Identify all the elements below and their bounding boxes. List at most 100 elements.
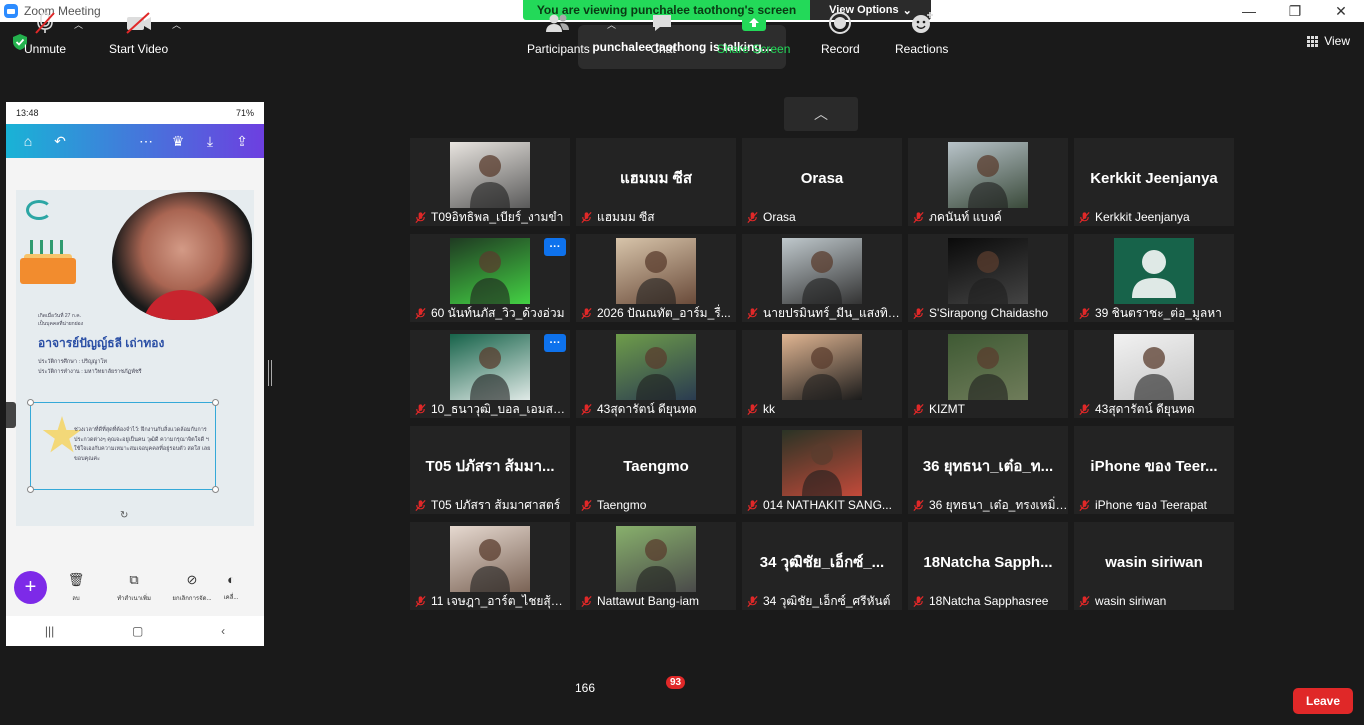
mic-muted-icon [1079,403,1090,415]
participant-tile[interactable]: wasin siriwan wasin siriwan [1074,522,1234,610]
card-teacher-name: อาจารย์ปัญญ์ธลี เถ่าทอง [38,336,165,350]
participant-tile[interactable]: ··· 10_ธนาวุฒิ_บอล_เอมสอาด [410,330,570,418]
participant-tile[interactable]: 43สุดารัตน์ ดียุนทด [1074,330,1234,418]
teacher-photo [112,192,252,320]
chat-button[interactable]: Chat [650,10,676,56]
participant-tile[interactable]: iPhone ของ Teer... iPhone ของ Teerapat [1074,426,1234,514]
participant-video [1114,334,1194,400]
share-icon: ⇪ [236,132,248,149]
canva-toolbar: ⌂ ↶ ⋯ ♛ ⤓ ⇪ [6,124,264,158]
participant-tile[interactable]: kk [742,330,902,418]
phone-nav-bar: ||| ▢ ‹ [6,616,264,646]
audio-options-caret[interactable]: ︿ [74,18,83,31]
mic-muted-icon [747,595,758,607]
participant-tile[interactable]: แฮมมม ซีส แฮมมม ซีส [576,138,736,226]
participant-tile[interactable]: T05 ปภัสรา ส้มมา... T05 ปภัสรา ส้มมาศาสตร… [410,426,570,514]
participant-tile[interactable]: 36 ยุทธนา_เต๋อ_ท... 36 ยุทธนา_เต๋อ_ทรงเหม… [908,426,1068,514]
participant-tile[interactable]: ··· 60 นันท์นภัส_วิว_ด้วงอ่วม [410,234,570,322]
participant-name: 39 ชินตราชะ_ต่อ_มูลหา [1095,305,1222,320]
view-label: View [1324,34,1350,48]
participant-name: S'Sirapong Chaidasho [929,306,1049,320]
mic-muted-icon [913,211,924,223]
participant-name-label: 11 เจษฎา_อาร์ต_ไชยสุ้ม_เ... [410,592,570,610]
screen-side-tab[interactable] [6,402,16,428]
leave-button[interactable]: Leave [1293,688,1353,714]
participants-button[interactable]: Participants [527,10,590,56]
participant-name: kk [763,402,775,416]
mic-muted-icon [581,403,592,415]
mic-muted-icon [581,499,592,511]
minimize-button[interactable]: — [1226,0,1272,22]
more-icon: ⋯ [139,132,153,149]
participant-tile[interactable]: Taengmo Taengmo [576,426,736,514]
participant-tile[interactable]: Orasa Orasa [742,138,902,226]
participants-icon [543,10,573,36]
participant-tile[interactable]: 014 NATHAKIT SANG... [742,426,902,514]
phone-battery: 71% [235,108,254,118]
participant-name: 014 NATHAKIT SANG... [763,498,892,512]
participant-name-label: iPhone ของ Teerapat [1074,496,1234,514]
participant-tile[interactable]: 11 เจษฎา_อาร์ต_ไชยสุ้ม_เ... [410,522,570,610]
tool-move: ◐ เคลื่... [221,572,241,602]
home-icon: ⌂ [23,133,33,149]
close-button[interactable]: ✕ [1318,0,1364,22]
participant-name: 43สุดารัตน์ ดียุนทด [1095,401,1195,416]
participant-name: iPhone ของ Teerapat [1095,497,1208,512]
participant-video [948,142,1028,208]
participant-tile[interactable]: 2026 ปัณณทัต_อาร์ม_รื่... [576,234,736,322]
participant-name: แฮมมม ซีส [597,209,655,224]
participant-tile[interactable]: 34 วุฒิชัย_เอ็กซ์_... 34 วุฒิชัย_เอ็กซ์_ศ… [742,522,902,610]
participant-video [450,142,530,208]
participant-tile[interactable]: 39 ชินตราชะ_ต่อ_มูลหา [1074,234,1234,322]
participant-name-label: 2026 ปัณณทัต_อาร์ม_รื่... [576,304,736,322]
mic-muted-icon [415,499,426,511]
participant-tile[interactable]: 43สุดารัตน์ ดียุนทด [576,330,736,418]
participant-tile[interactable]: ภคนันท์ แบงค์ [908,138,1068,226]
view-button[interactable]: View [1307,34,1350,48]
split-divider-handle[interactable] [268,360,272,386]
participant-tile[interactable]: S'Sirapong Chaidasho [908,234,1068,322]
record-button[interactable]: Record [821,10,860,56]
participant-video [948,334,1028,400]
record-icon [827,10,853,36]
video-options-caret[interactable]: ︿ [172,18,181,31]
collapse-gallery-button[interactable]: ︿ [784,97,858,131]
participant-name-label: wasin siriwan [1074,592,1234,610]
participant-tile[interactable]: นายปรมินทร์_มีน_แสงทิพ... [742,234,902,322]
participant-tile[interactable]: 18Natcha Sapph... 18Natcha Sapphasree [908,522,1068,610]
participant-tile[interactable]: KIZMT [908,330,1068,418]
participant-name: T09อิทธิพล_เบียร์_งามขำ [431,209,564,224]
participant-name-label: ภคนันท์ แบงค์ [908,208,1068,226]
participant-name: 34 วุฒิชัย_เอ็กซ์_ศรีหันต์ [763,593,891,608]
participant-tile[interactable]: Kerkkit Jeenjanya Kerkkit Jeenjanya [1074,138,1234,226]
participant-name: 36 ยุทธนา_เต๋อ_ทรงเหมิ่ง... [929,497,1068,512]
cake-illustration [20,234,76,284]
reactions-icon [909,10,935,36]
participant-name-label: KIZMT [908,400,1068,418]
participant-name-label: 014 NATHAKIT SANG... [742,496,902,514]
reactions-button[interactable]: Reactions [895,10,948,56]
zoom-app-icon [4,4,18,18]
selection-box [27,399,219,493]
design-canvas: เกิดเมื่อวันที่ 27 ก.ค. เป็นบุคคลที่น่าย… [16,190,254,526]
mic-muted-icon [415,595,426,607]
participant-tile[interactable]: T09อิทธิพล_เบียร์_งามขำ [410,138,570,226]
participants-options-caret[interactable]: ︿ [607,18,616,31]
unmute-button[interactable]: Unmute [24,10,66,56]
rotate-icon: ↻ [120,510,129,521]
participant-video [616,334,696,400]
tile-more-options-button[interactable]: ··· [544,238,566,256]
mic-muted-icon [581,211,592,223]
shared-screen[interactable]: 13:48 71% ⌂ ↶ ⋯ ♛ ⤓ ⇪ เกิดเมื่อวันที่ 27… [6,102,264,646]
share-screen-button[interactable]: Share Screen [717,10,790,56]
participant-video [948,238,1028,304]
participant-name: Kerkkit Jeenjanya [1095,210,1190,224]
participant-name: wasin siriwan [1095,594,1167,608]
participant-name-label: T09อิทธิพล_เบียร์_งามขำ [410,208,570,226]
restore-button[interactable]: ❐ [1272,0,1318,22]
tile-more-options-button[interactable]: ··· [544,334,566,352]
mic-muted-icon [747,211,758,223]
participant-name: Orasa [763,210,796,224]
start-video-button[interactable]: Start Video [109,10,168,56]
participant-tile[interactable]: Nattawut Bang-iam [576,522,736,610]
